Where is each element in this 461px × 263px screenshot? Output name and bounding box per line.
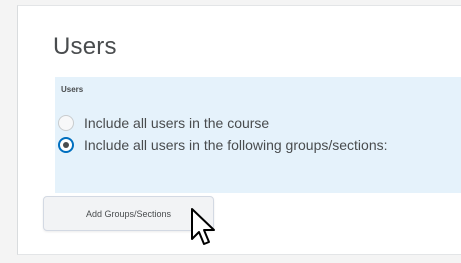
radio-groups-sections-label: Include all users in the following group… — [84, 137, 388, 153]
radio-all-users-label: Include all users in the course — [84, 115, 270, 131]
mouse-pointer-icon — [191, 208, 215, 245]
radio-all-users[interactable]: Include all users in the course — [58, 115, 269, 131]
section-title: Users — [53, 33, 117, 60]
users-group-label: Users — [61, 85, 84, 94]
users-options-box: Users Include all users in the course In… — [55, 77, 461, 193]
radio-groups-sections[interactable]: Include all users in the following group… — [58, 137, 388, 153]
radio-all-users-circle[interactable] — [58, 115, 74, 131]
radio-groups-sections-circle[interactable] — [58, 137, 74, 153]
